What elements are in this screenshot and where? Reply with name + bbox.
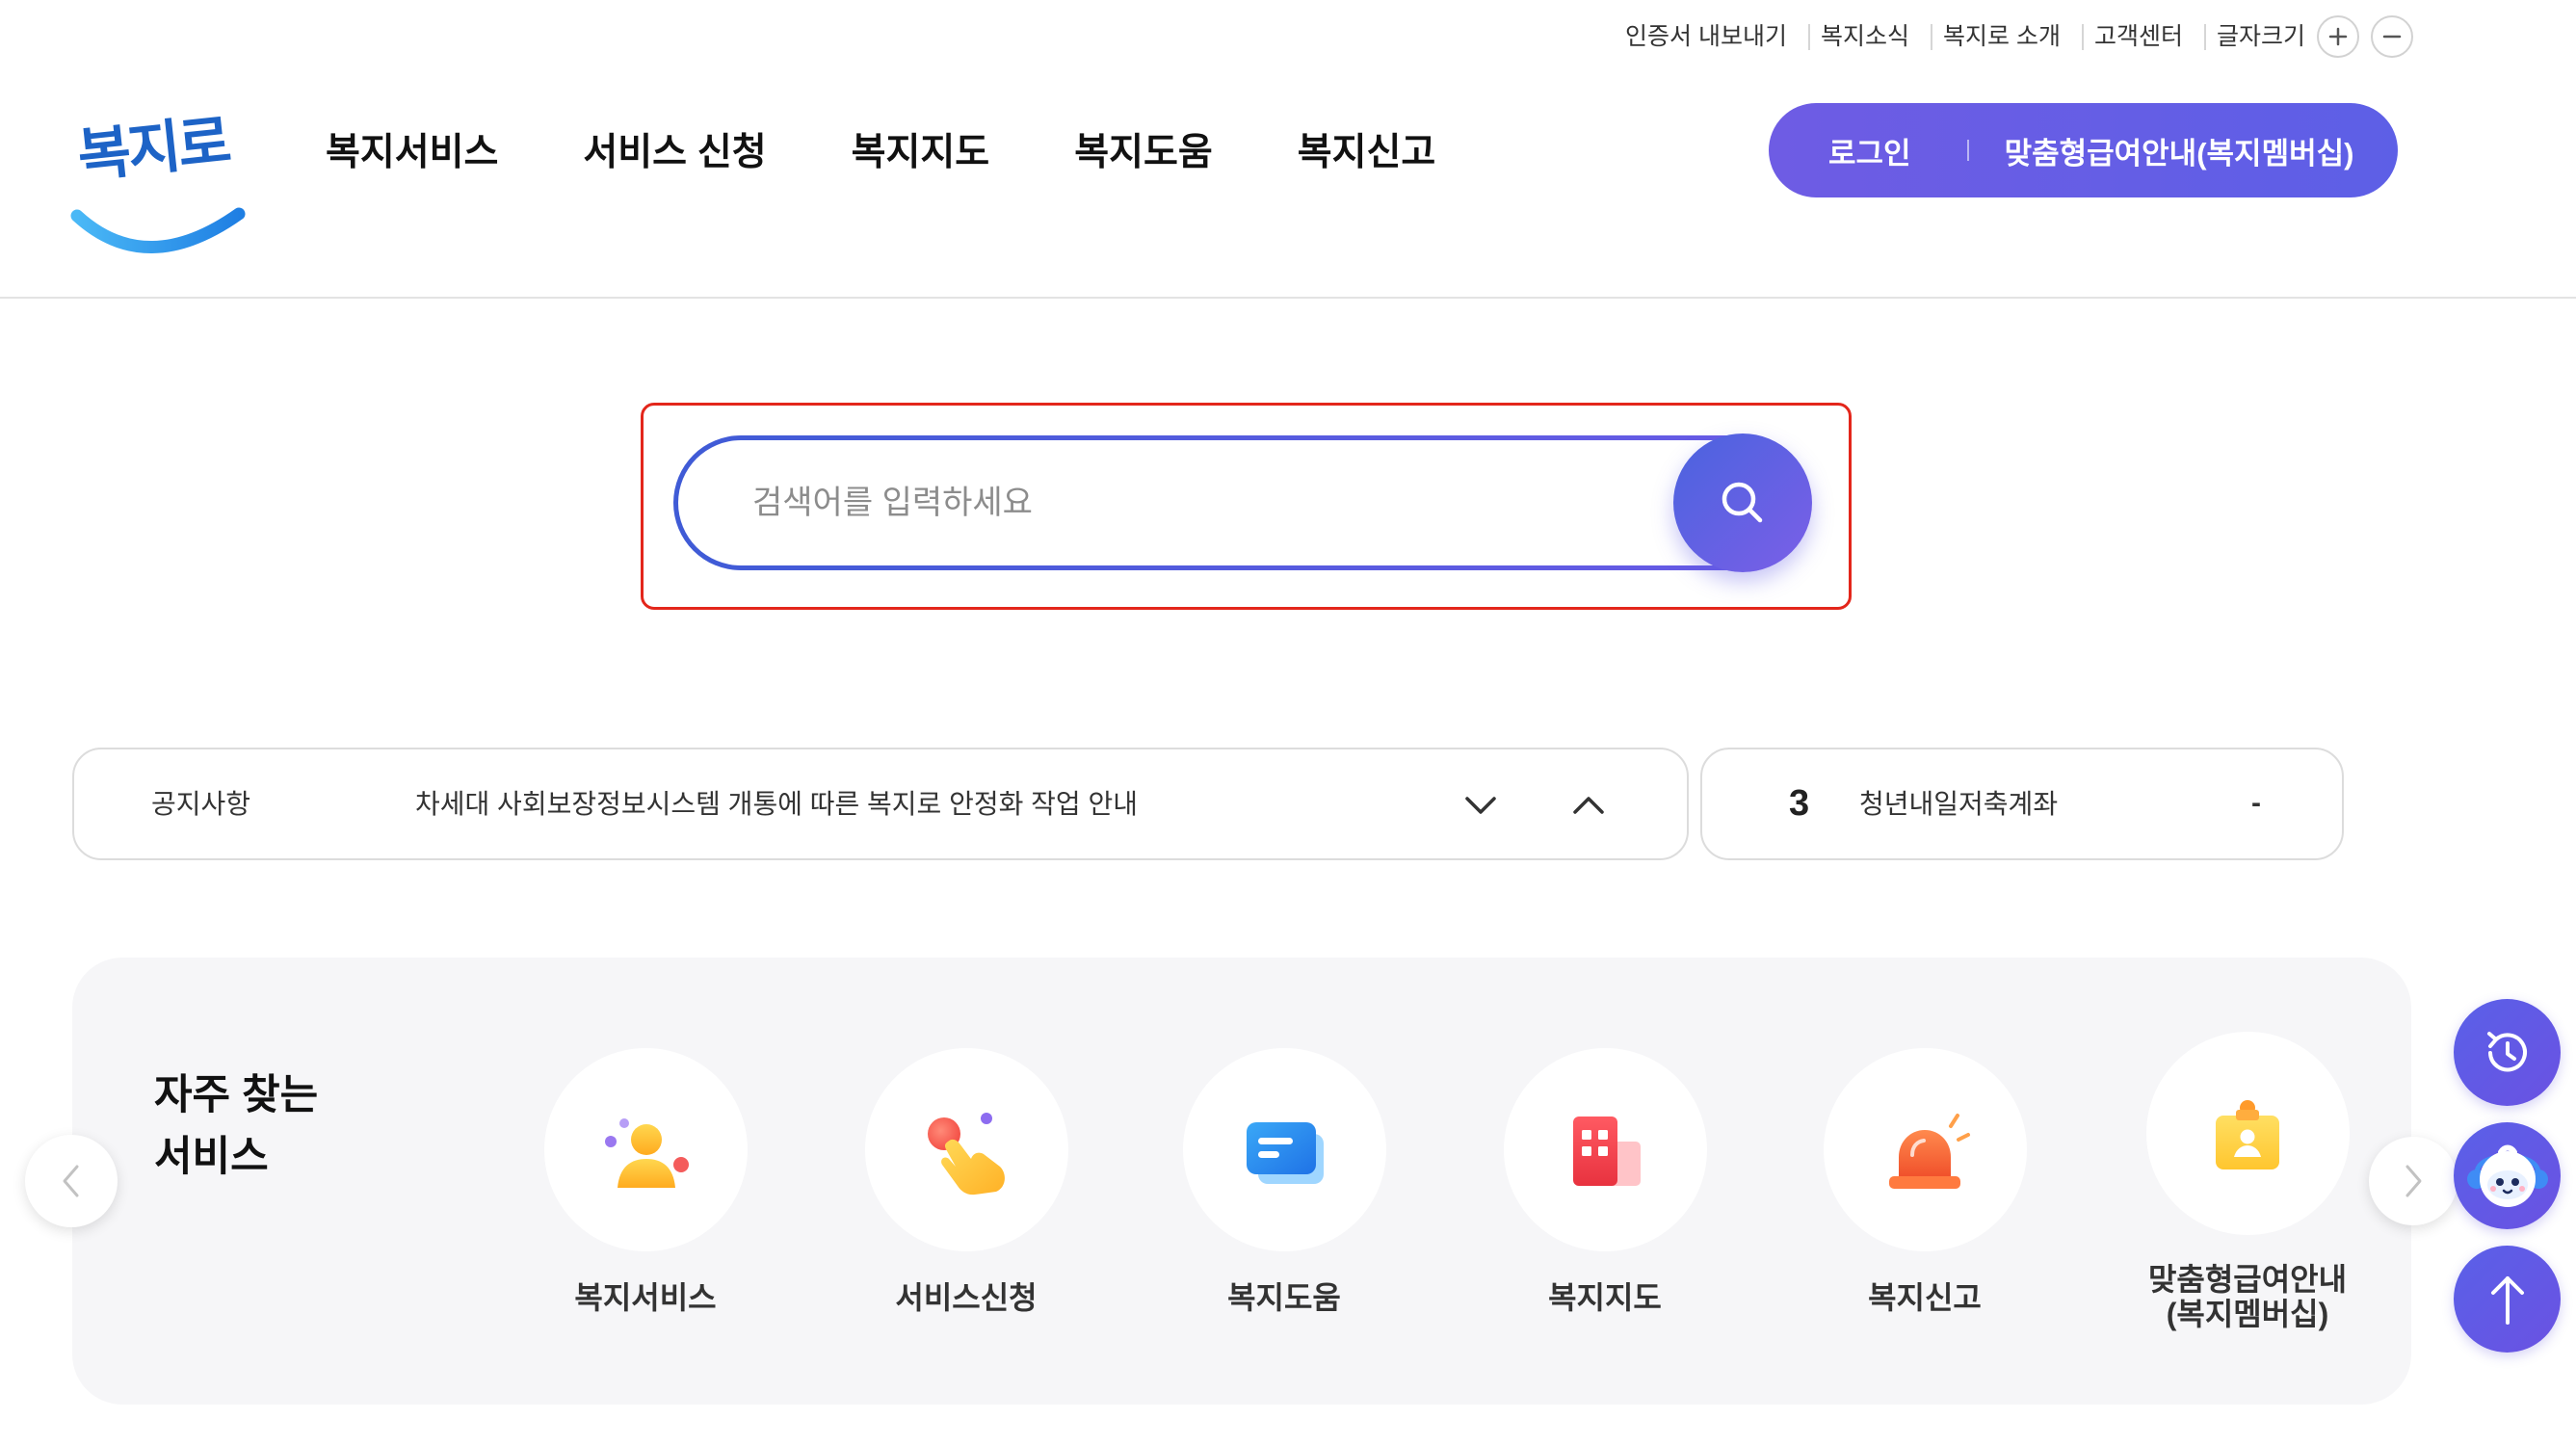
popular-keyword-ranking[interactable]: 3 청년내일저축계좌 - xyxy=(1700,748,2344,860)
service-icon-circle xyxy=(1503,1048,1707,1251)
chatbot-icon xyxy=(2466,1144,2548,1207)
hand-pointer-icon xyxy=(928,1112,1005,1195)
recent-history-button[interactable] xyxy=(2454,999,2561,1106)
chat-bubble-icon xyxy=(1247,1121,1324,1184)
search-icon xyxy=(1722,482,1763,523)
notice-prev-button[interactable] xyxy=(1569,786,1608,825)
service-icon-circle xyxy=(2145,1032,2350,1235)
main-nav: 복지서비스 서비스 신청 복지지도 복지도움 복지신고 xyxy=(326,127,1435,179)
membership-button[interactable]: 맞춤형급여안내(복지멤버십) xyxy=(2005,129,2354,172)
site-logo[interactable]: 복지로 xyxy=(69,96,248,265)
service-item-welfare-service[interactable]: 복지서비스 xyxy=(520,1048,771,1317)
logo-smile-icon xyxy=(70,207,246,253)
rank-keyword: 청년내일저축계좌 xyxy=(1859,789,2059,819)
nav-welfare-help[interactable]: 복지도움 xyxy=(1074,127,1213,179)
history-icon xyxy=(2486,1031,2527,1071)
chatbot-button[interactable] xyxy=(2454,1122,2561,1229)
logo-text: 복지로 xyxy=(74,107,232,191)
search-input[interactable] xyxy=(750,440,1656,565)
minus-icon xyxy=(2382,35,2402,39)
frequent-services-title: 자주 찾는 서비스 xyxy=(154,1064,318,1188)
font-size-increase-button[interactable] xyxy=(2317,15,2359,58)
building-icon xyxy=(1573,1116,1641,1186)
service-item-membership[interactable]: 맞춤형급여안내 (복지멤버십) xyxy=(2122,1032,2373,1331)
rank-number: 3 xyxy=(1789,783,1810,824)
siren-icon xyxy=(1889,1113,1970,1189)
util-link-cert-export[interactable]: 인증서 내보내기 xyxy=(1625,23,1787,50)
service-item-service-apply[interactable]: 서비스신청 xyxy=(841,1048,1091,1317)
person-icon xyxy=(605,1117,689,1188)
search-button[interactable] xyxy=(1673,434,1812,572)
service-item-welfare-report[interactable]: 복지신고 xyxy=(1800,1048,2050,1317)
service-item-welfare-map[interactable]: 복지지도 xyxy=(1480,1048,1730,1317)
service-label: 복지지도 xyxy=(1548,1280,1662,1315)
chevron-left-icon xyxy=(63,1165,79,1197)
frequent-services-title-line1: 자주 찾는 xyxy=(154,1072,319,1118)
services-next-button[interactable] xyxy=(2369,1137,2458,1225)
frequent-services-title-line2: 서비스 xyxy=(154,1134,269,1180)
plus-icon xyxy=(2328,27,2348,46)
rank-change: - xyxy=(2251,787,2261,819)
service-item-welfare-help[interactable]: 복지도움 xyxy=(1159,1048,1409,1317)
util-link-customer-center[interactable]: 고객센터 xyxy=(2081,23,2183,50)
nav-service-apply[interactable]: 서비스 신청 xyxy=(583,127,766,179)
notice-label: 공지사항 xyxy=(151,789,251,819)
service-icon-circle xyxy=(1823,1048,2027,1251)
notice-link[interactable]: 차세대 사회보장정보시스템 개통에 따른 복지로 안정화 작업 안내 xyxy=(415,749,1138,858)
service-icon-circle xyxy=(543,1048,748,1251)
scroll-top-button[interactable] xyxy=(2454,1246,2561,1353)
services-prev-button[interactable] xyxy=(25,1135,118,1227)
login-button[interactable]: 로그인 xyxy=(1828,129,1911,172)
service-icon-circle xyxy=(864,1048,1068,1251)
service-label: 복지신고 xyxy=(1868,1280,1982,1315)
notice-bar: 공지사항 차세대 사회보장정보시스템 개통에 따른 복지로 안정화 작업 안내 xyxy=(72,748,1689,860)
login-divider xyxy=(1966,140,1969,161)
util-link-about[interactable]: 복지로 소개 xyxy=(1931,23,2061,50)
utility-bar: 인증서 내보내기 복지소식 복지로 소개 고객센터 글자크기 xyxy=(1625,15,2413,58)
header-divider xyxy=(0,297,2576,299)
util-link-news[interactable]: 복지소식 xyxy=(1808,23,1909,50)
service-label: 복지도움 xyxy=(1227,1280,1341,1315)
nav-welfare-service[interactable]: 복지서비스 xyxy=(326,127,498,179)
service-icon-circle xyxy=(1182,1048,1386,1251)
nav-welfare-report[interactable]: 복지신고 xyxy=(1298,127,1436,179)
chevron-right-icon xyxy=(2405,1165,2422,1197)
arrow-up-icon xyxy=(2490,1275,2524,1325)
id-badge-icon xyxy=(2216,1099,2279,1169)
login-bar: 로그인 맞춤형급여안내(복지멤버십) xyxy=(1769,103,2398,197)
service-label: 서비스신청 xyxy=(895,1280,1038,1315)
font-size-decrease-button[interactable] xyxy=(2371,15,2413,58)
chevron-down-icon xyxy=(1465,797,1496,814)
font-size-label: 글자크기 xyxy=(2203,23,2305,50)
service-label: 맞춤형급여안내 (복지멤버십) xyxy=(2147,1262,2348,1331)
search-field[interactable] xyxy=(673,435,1807,570)
service-label: 복지서비스 xyxy=(574,1280,717,1315)
chevron-up-icon xyxy=(1573,797,1604,814)
notice-next-button[interactable] xyxy=(1461,786,1500,825)
nav-welfare-map[interactable]: 복지지도 xyxy=(852,127,990,179)
